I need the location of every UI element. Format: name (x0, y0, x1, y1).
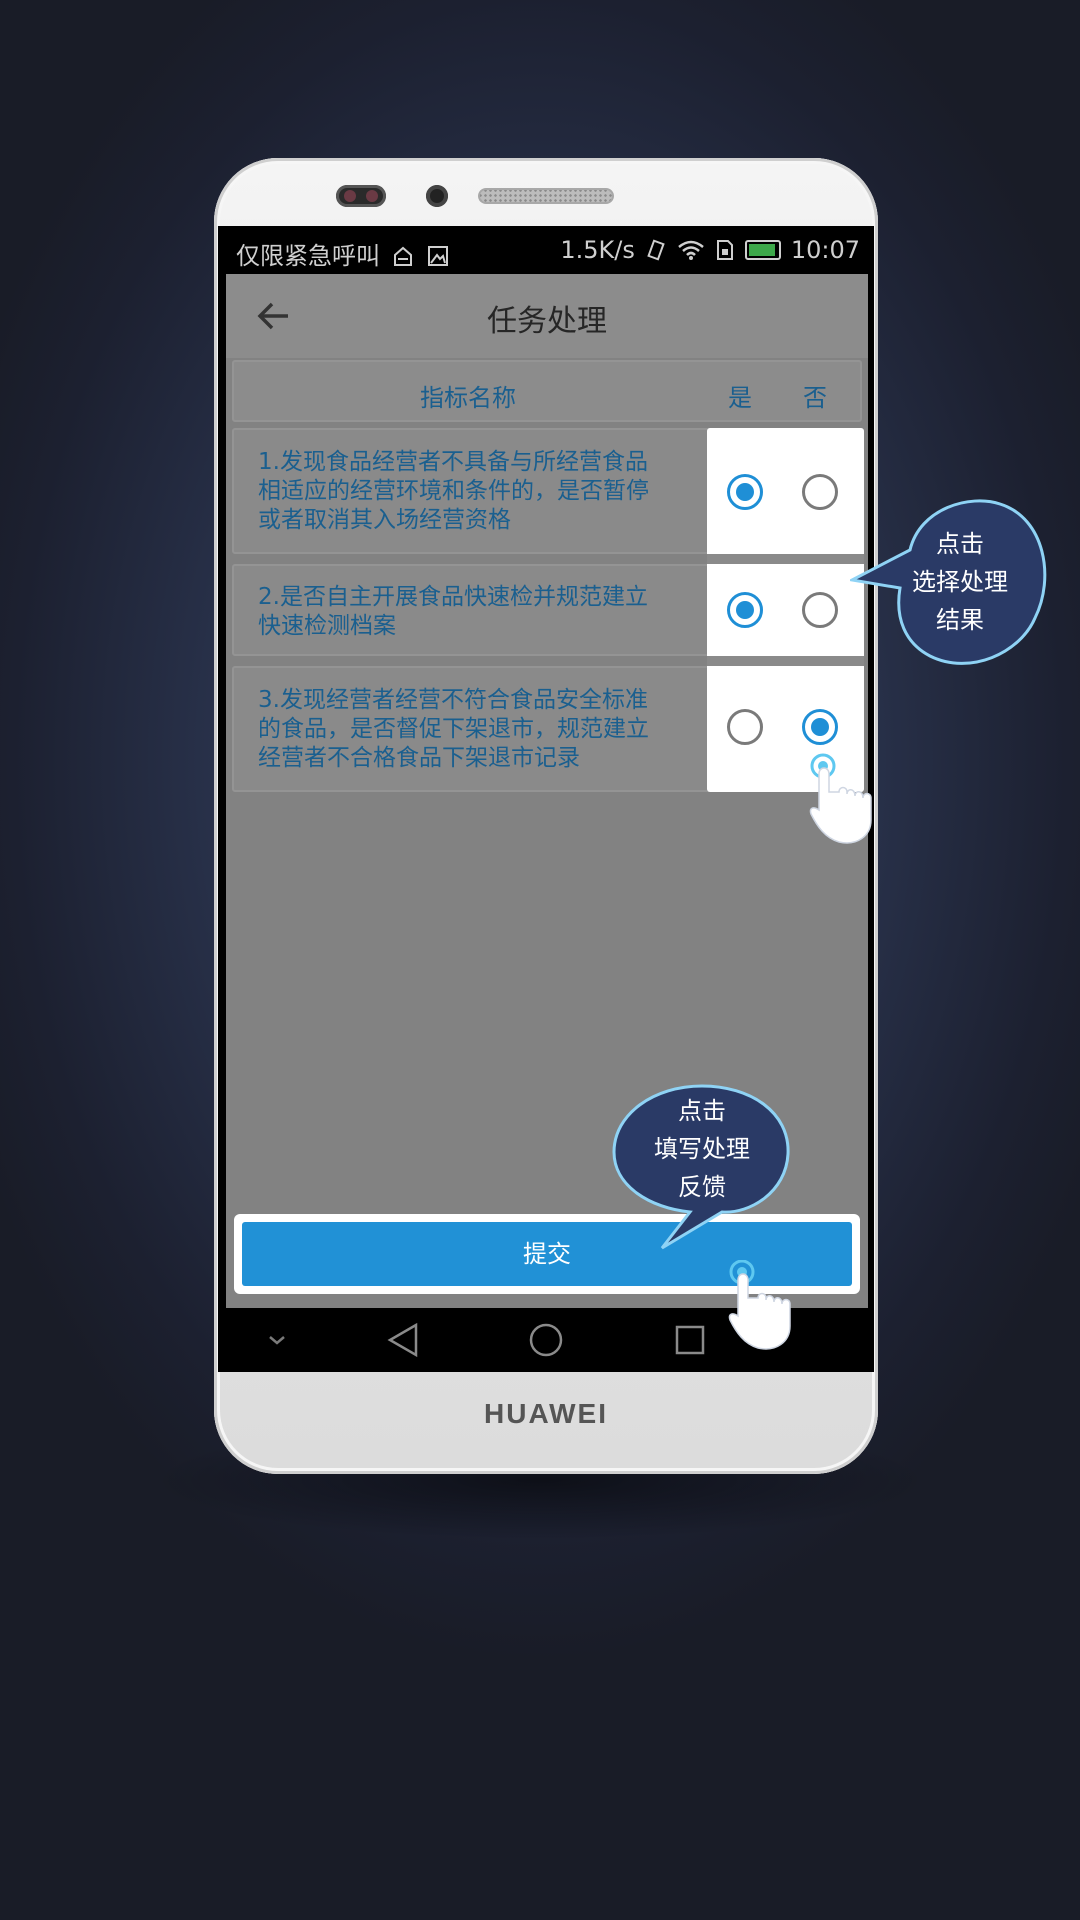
sim-icon (393, 246, 412, 266)
status-bar: 仅限紧急呼叫 1.5K/s 10:07 (218, 226, 874, 274)
tap-hand-icon (728, 1260, 791, 1350)
device-brand-logo: HUAWEI (484, 1398, 608, 1429)
column-header-name: 指标名称 (420, 384, 516, 412)
vibrate-icon (647, 239, 665, 261)
recents-square-icon[interactable] (674, 1324, 706, 1356)
table-header: 指标名称 是 否 (232, 360, 862, 422)
image-icon (428, 246, 449, 266)
radio-row2-no[interactable] (802, 592, 838, 628)
radio-row3-yes[interactable] (727, 709, 763, 745)
radio-row3-no[interactable] (802, 709, 838, 745)
earpiece (336, 185, 386, 207)
collapse-icon[interactable] (266, 1330, 288, 1350)
row-label: 1.发现食品经营者不具备与所经营食品 相适应的经营环境和条件的，是否暂停 或者取… (258, 449, 649, 533)
sim-card-icon (716, 240, 733, 260)
callout-text-select: 点击 选择处理 结果 (912, 530, 1008, 634)
status-left: 仅限紧急呼叫 (236, 236, 449, 271)
wifi-icon (678, 240, 704, 260)
column-header-yes: 是 (728, 384, 752, 412)
carrier-text: 仅限紧急呼叫 (236, 242, 380, 270)
column-header-no: 否 (803, 384, 827, 412)
page-title: 任务处理 (487, 304, 607, 339)
speaker-grille (478, 188, 614, 204)
highlight-divider (707, 656, 864, 666)
clock: 10:07 (790, 236, 860, 264)
row-label: 3.发现经营者经营不符合食品安全标准 的食品，是否督促下架退市，规范建立 经营者… (258, 687, 649, 771)
back-triangle-icon[interactable] (386, 1322, 420, 1358)
status-right: 1.5K/s 10:07 (560, 236, 860, 264)
radio-row1-no[interactable] (802, 474, 838, 510)
net-speed: 1.5K/s (560, 236, 635, 264)
row-label: 2.是否自主开展食品快速检并规范建立 快速检测档案 (258, 584, 648, 639)
radio-row2-yes[interactable] (727, 592, 763, 628)
callout-text-submit: 点击 填写处理 反馈 (654, 1097, 750, 1201)
radio-row1-yes[interactable] (727, 474, 763, 510)
battery-icon (744, 240, 781, 260)
home-circle-icon[interactable] (528, 1322, 564, 1358)
front-camera (426, 185, 448, 207)
tap-hand-icon (809, 753, 872, 844)
highlight-divider (707, 554, 864, 564)
